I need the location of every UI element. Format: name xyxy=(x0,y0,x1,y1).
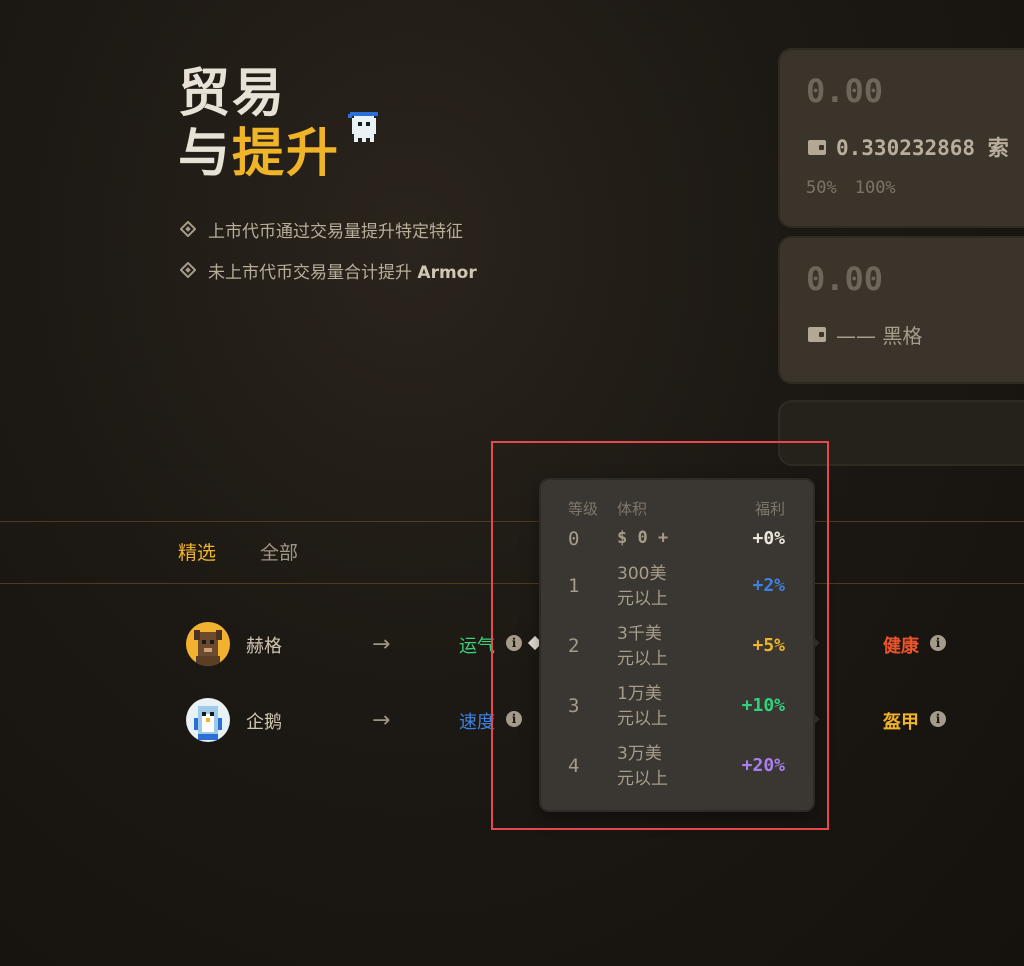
stat-from: 运气 xyxy=(459,636,495,657)
tab-bar: 精选 全部 xyxy=(178,538,298,565)
title-plain: 与 xyxy=(178,124,233,184)
feature-text: 未上市代币交易量合计提升 Armor xyxy=(208,258,477,283)
info-icon[interactable]: i xyxy=(930,635,946,651)
avatar-penguin-icon xyxy=(186,698,230,742)
balance-amount: 0.00 xyxy=(806,72,884,110)
feature-list: 上市代币通过交易量提升特定特征 未上市代币交易量合计提升 Armor xyxy=(180,216,477,298)
stat-to: 盔甲 xyxy=(883,712,919,733)
token-name: 企鹅 xyxy=(246,712,282,733)
feature-item: 未上市代币交易量合计提升 Armor xyxy=(180,257,477,283)
stat-from: 速度 xyxy=(459,712,495,733)
wallet-icon xyxy=(808,139,826,155)
page: 贸易 与提升 上市代币通过交易量提升特定特征 未上市代币交易量合计提升 Armo… xyxy=(0,0,1024,966)
receive-amount: 0.00 xyxy=(806,260,884,298)
receive-card[interactable]: 0.00 —— 黑格 xyxy=(778,236,1024,384)
stat-to: 健康 xyxy=(883,636,919,657)
ghost-mascot-icon xyxy=(348,112,378,142)
title-line-2: 与提升 xyxy=(178,124,340,184)
feature-text: 上市代币通过交易量提升特定特征 xyxy=(208,221,463,242)
token-name: 赫格 xyxy=(246,636,282,657)
tab-featured[interactable]: 精选 xyxy=(178,538,216,565)
diamond-bullet-icon xyxy=(180,221,196,237)
title-accent: 提升 xyxy=(232,124,341,184)
feature-text-bold: Armor xyxy=(417,262,477,283)
tab-all[interactable]: 全部 xyxy=(260,538,298,565)
feature-text-plain: 未上市代币交易量合计提升 xyxy=(208,262,418,283)
wallet-balance: —— 黑格 xyxy=(836,324,923,348)
page-title: 贸易 与提升 xyxy=(178,64,340,184)
balance-card[interactable]: 0.00 0.330232868 索 50% 100% xyxy=(778,48,1024,228)
diamond-bullet-icon xyxy=(180,262,196,278)
avatar-dog-icon xyxy=(186,622,230,666)
title-line-1: 贸易 xyxy=(178,64,287,124)
highlight-box xyxy=(491,441,829,830)
arrow-right-icon: → xyxy=(372,708,391,733)
percent-option[interactable]: 50% xyxy=(806,178,837,198)
wallet-row: 0.330232868 索 xyxy=(808,132,1009,162)
percent-option[interactable]: 100% xyxy=(855,178,896,198)
info-icon[interactable]: i xyxy=(930,711,946,727)
wallet-balance: 0.330232868 索 xyxy=(836,136,1009,160)
wallet-row: —— 黑格 xyxy=(808,320,922,349)
feature-item: 上市代币通过交易量提升特定特征 xyxy=(180,216,477,242)
wallet-icon xyxy=(808,327,826,342)
percent-options: 50% 100% xyxy=(806,178,896,198)
arrow-right-icon: → xyxy=(372,632,391,657)
